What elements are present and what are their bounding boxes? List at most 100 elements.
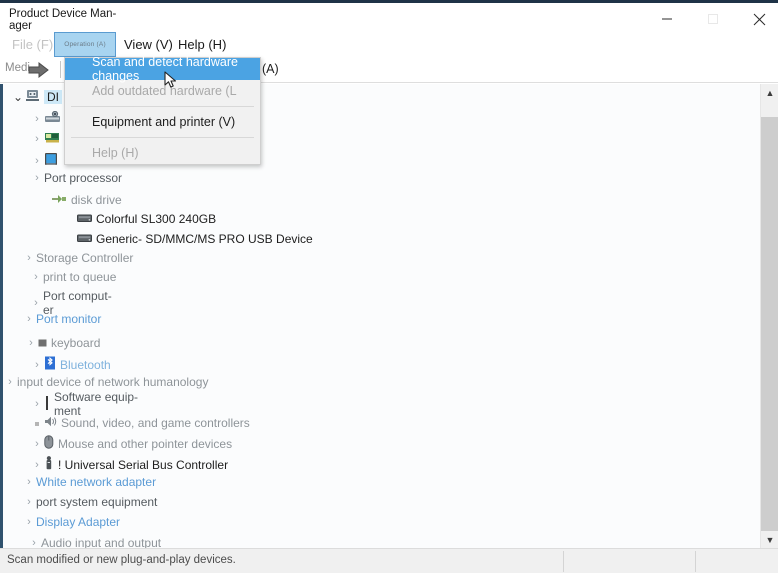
menu-separator-2 xyxy=(71,137,254,138)
tree-row-label-box: Port monitor xyxy=(36,312,101,326)
tree-row[interactable]: › port system equipment xyxy=(3,495,755,509)
tree-row-label: disk drive xyxy=(71,193,122,207)
tree-row[interactable]: › Port monitor xyxy=(3,312,755,326)
toolbar-label: Medi xyxy=(5,62,30,74)
tree-row-label: Software equip- ment xyxy=(54,390,139,418)
right-arrow-icon[interactable] xyxy=(28,61,50,79)
tree-row-label-box: Software equip- ment xyxy=(54,390,138,418)
tree-row[interactable]: Sound, video, and game controllers xyxy=(3,415,755,431)
tree-row-label: Mouse and other pointer devices xyxy=(58,436,233,451)
tree-row-label: Colorful SL300 240GB xyxy=(96,212,217,226)
tree-row[interactable]: Generic- SD/MMC/MS PRO USB Device xyxy=(3,232,755,246)
chevron-right-icon[interactable]: › xyxy=(30,459,44,471)
vertical-scrollbar[interactable]: ▲ ▼ xyxy=(760,84,778,548)
chevron-right-icon[interactable]: › xyxy=(29,271,43,283)
tree-row-label-box: keyboard xyxy=(51,336,100,350)
menu-help[interactable]: Help (H) xyxy=(172,32,232,57)
tree-row-label: Audio input and output xyxy=(41,536,162,548)
scroll-up-arrow[interactable]: ▲ xyxy=(761,84,778,101)
menu-operation[interactable]: Operation (A) xyxy=(54,32,116,57)
chevron-right-icon[interactable]: › xyxy=(29,297,43,309)
tree-row-label: port system equipment xyxy=(36,495,158,509)
operation-dropdown-menu: Scan and detect hardware changes (A) Add… xyxy=(64,55,279,165)
bluetooth-icon xyxy=(44,356,56,373)
chevron-right-icon[interactable]: › xyxy=(30,172,44,184)
tree-row[interactable]: › ! Universal Serial Bus Controller xyxy=(3,456,755,473)
tree-row-label-box: DI xyxy=(44,90,62,104)
chevron-right-icon[interactable]: › xyxy=(3,376,17,388)
chevron-right-icon[interactable]: › xyxy=(24,337,38,349)
tree-row[interactable]: › keyboard xyxy=(3,336,755,350)
keyboard-icon xyxy=(38,336,47,350)
chevron-right-icon[interactable]: › xyxy=(30,133,44,145)
status-divider-2 xyxy=(695,551,696,572)
maximize-button[interactable] xyxy=(690,3,736,35)
chevron-right-icon[interactable]: › xyxy=(30,398,44,410)
title-bar: Product Device Man- ager xyxy=(0,0,778,32)
tree-row-label-box: Bluetooth xyxy=(60,358,111,372)
menu-view[interactable]: View (V) xyxy=(118,32,179,57)
chevron-right-icon[interactable]: › xyxy=(22,476,36,488)
tree-row-label-box: Generic- SD/MMC/MS PRO USB Device xyxy=(96,232,313,246)
tree-row-label-box: Sound, video, and game controllers xyxy=(61,416,250,430)
menu-item-label: Scan and detect hardware changes xyxy=(92,55,238,83)
menu-item-label: Help (H) xyxy=(92,146,139,160)
tree-row-label-box: Storage Controller xyxy=(36,251,133,265)
scrollbar-thumb[interactable] xyxy=(761,101,778,117)
menu-bar: File (F) Operation (A) View (V) Help (H) xyxy=(0,32,778,57)
tree-row-label-box: print to queue xyxy=(43,270,116,284)
tree-row-label: Port monitor xyxy=(36,312,102,326)
scroll-down-arrow[interactable]: ▼ xyxy=(761,531,778,548)
tree-row-label: ! Universal Serial Bus Controller xyxy=(58,457,229,472)
tree-row-label-box: ! Universal Serial Bus Controller xyxy=(58,458,228,472)
chevron-right-icon[interactable]: › xyxy=(22,496,36,508)
dot-handle-icon[interactable] xyxy=(30,417,44,429)
chevron-right-icon[interactable]: › xyxy=(22,313,36,325)
tree-row-label-box: input device of network humanology xyxy=(17,375,208,389)
tree-row[interactable]: › input device of network humanology xyxy=(3,375,755,389)
tree-row-label: keyboard xyxy=(51,336,101,350)
tree-row[interactable]: › Audio input and output xyxy=(3,536,755,548)
menu-file[interactable]: File (F) xyxy=(6,32,59,57)
chevron-down-icon[interactable]: ⌄ xyxy=(11,90,25,104)
tree-row[interactable]: › Software equip- ment xyxy=(3,390,755,418)
tree-row[interactable]: › print to queue xyxy=(3,270,755,284)
chevron-right-icon[interactable]: › xyxy=(22,252,36,264)
close-button[interactable] xyxy=(736,3,778,35)
chevron-right-icon[interactable]: › xyxy=(30,359,44,371)
tree-row-label-box: Audio input and output xyxy=(41,536,161,548)
speaker-icon xyxy=(44,415,57,431)
menu-item-add-outdated-hardware[interactable]: Add outdated hardware (L xyxy=(65,80,260,102)
menu-separator-1 xyxy=(71,106,254,107)
menu-item-equipment-and-printer[interactable]: Equipment and printer (V) xyxy=(65,111,260,133)
status-message: Scan modified or new plug-and-play devic… xyxy=(7,554,236,566)
tree-row-label: DI xyxy=(47,90,59,104)
tree-row-label-box: port system equipment xyxy=(36,495,157,509)
minimize-button[interactable] xyxy=(644,3,690,35)
menu-item-help[interactable]: Help (H) xyxy=(65,142,260,164)
menu-item-scan-hardware[interactable]: Scan and detect hardware changes xyxy=(65,55,260,83)
chevron-right-icon[interactable]: › xyxy=(30,155,44,167)
chevron-right-icon[interactable]: › xyxy=(27,537,41,548)
tree-row-label: Port processor xyxy=(44,171,123,185)
chevron-right-icon[interactable]: › xyxy=(30,113,44,125)
chevron-right-icon[interactable]: › xyxy=(30,438,44,450)
tree-row-label-box: disk drive xyxy=(71,193,122,207)
tree-row[interactable]: › Display Adapter xyxy=(3,515,755,529)
camera-icon xyxy=(44,110,61,127)
tree-row[interactable]: › Bluetooth xyxy=(3,356,755,373)
tree-row-label: input device of network humanology xyxy=(17,375,209,389)
tree-row[interactable]: Colorful SL300 240GB xyxy=(3,212,755,226)
chevron-right-icon[interactable]: › xyxy=(22,516,36,528)
tree-row[interactable]: › Port processor xyxy=(3,171,755,185)
usb-warning-icon xyxy=(44,456,54,473)
tree-row-label: Generic- SD/MMC/MS PRO USB Device xyxy=(96,232,313,246)
window-title: Product Device Man- ager xyxy=(9,8,117,32)
tree-row[interactable]: › Mouse and other pointer devices xyxy=(3,435,755,452)
tree-row[interactable]: › Storage Controller xyxy=(3,251,755,265)
text-cursor-icon xyxy=(44,395,50,413)
toolbar-separator xyxy=(60,61,61,78)
close-icon xyxy=(753,13,765,25)
tree-row[interactable]: disk drive xyxy=(3,193,755,207)
tree-row[interactable]: › White network adapter xyxy=(3,475,755,489)
